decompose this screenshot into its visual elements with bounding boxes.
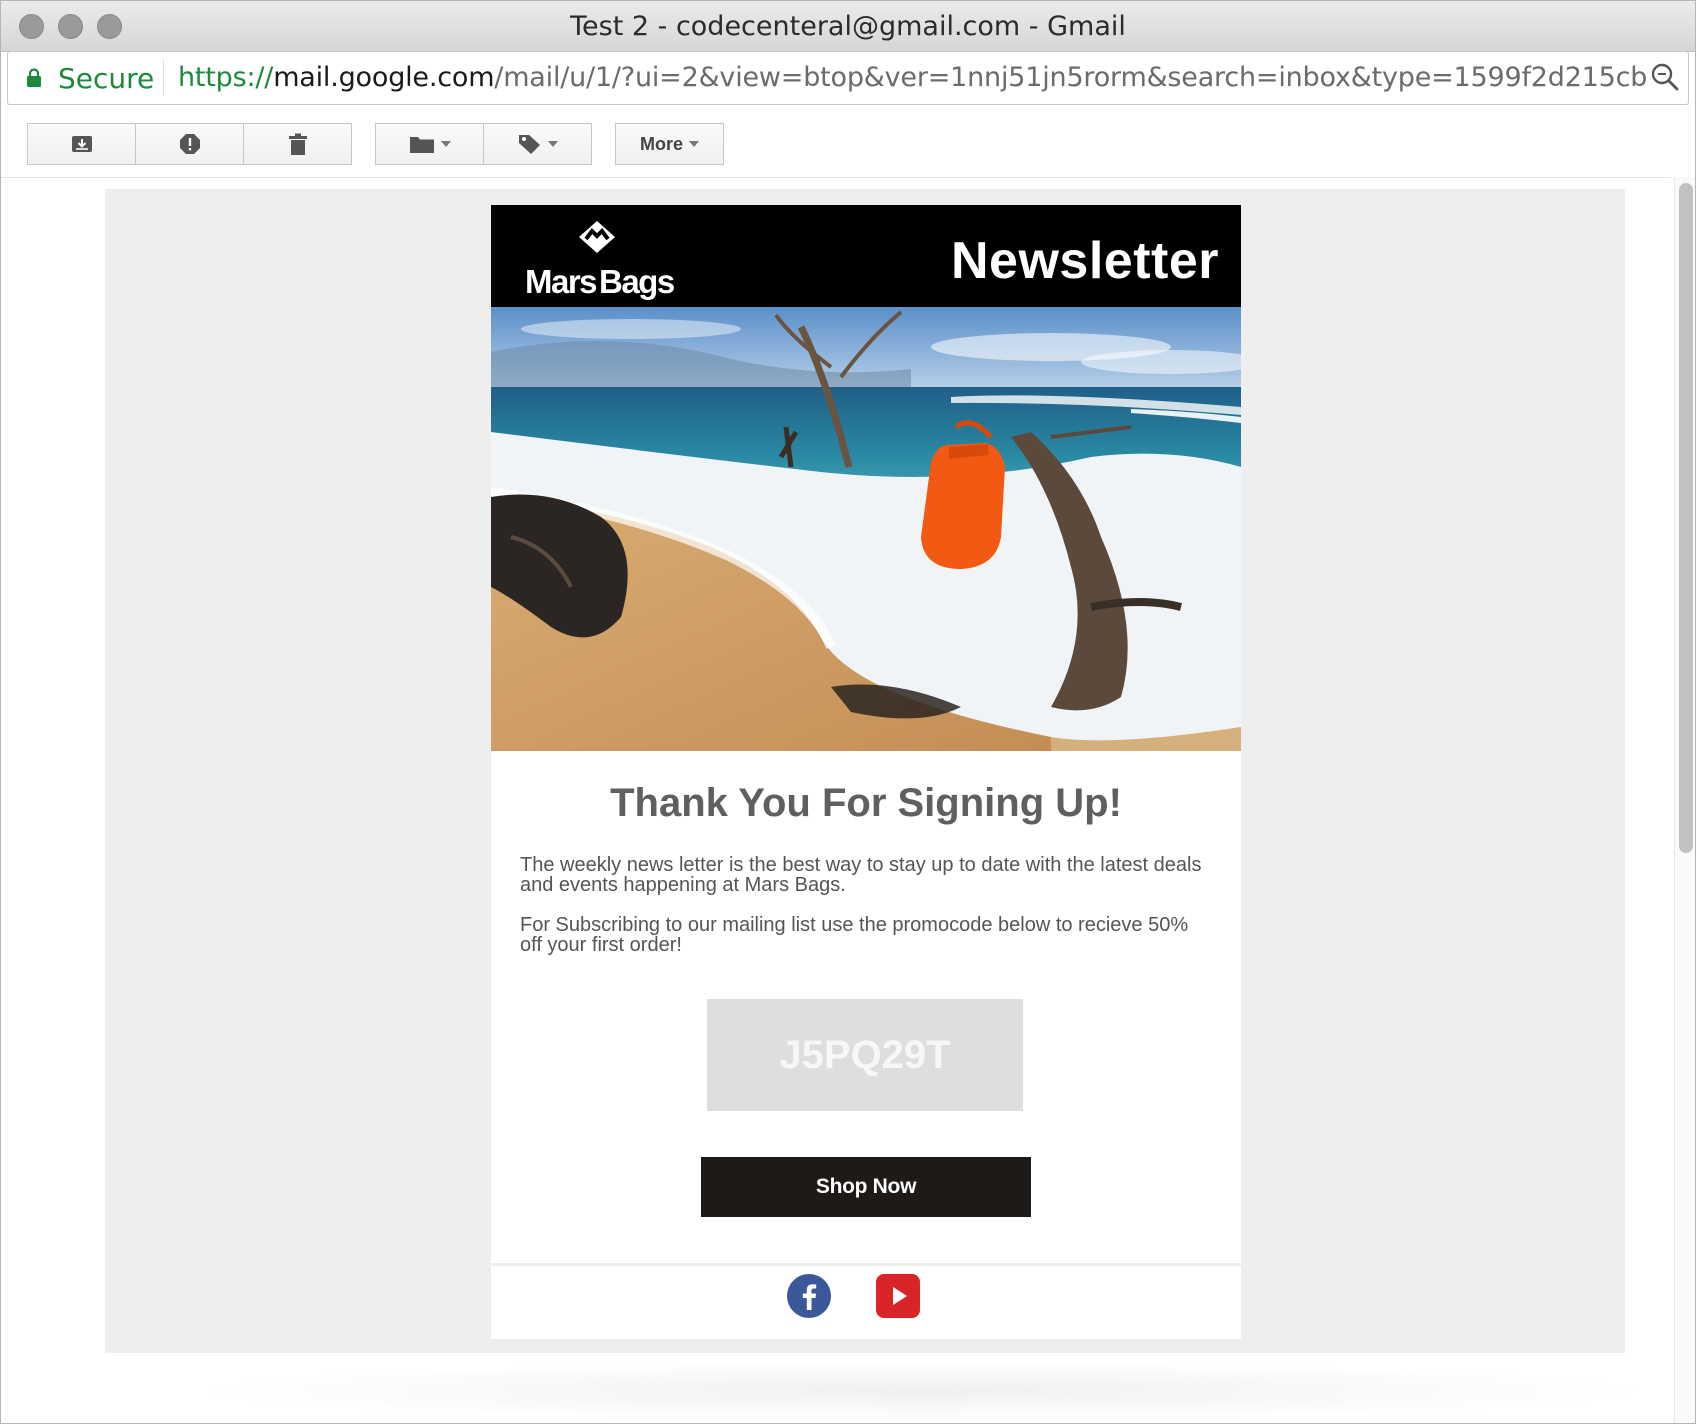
delete-button[interactable] [243, 123, 352, 165]
labels-button[interactable] [483, 123, 592, 165]
url-path: /mail/u/1/?ui=2&view=btop&ver=1nnj51jn5r… [494, 62, 1648, 93]
brand-logo-mark-icon [579, 221, 615, 253]
chevron-down-icon [440, 141, 451, 147]
vertical-scrollbar[interactable] [1674, 177, 1695, 1423]
window-title: Test 2 - codecenteral@gmail.com - Gmail [570, 11, 1126, 42]
url-text[interactable]: https://mail.google.com/mail/u/1/?ui=2&v… [178, 62, 1648, 93]
youtube-icon[interactable] [875, 1273, 921, 1319]
zoom-icon[interactable] [1650, 62, 1680, 92]
action-button-group [27, 123, 352, 167]
move-to-button[interactable] [375, 123, 484, 165]
address-divider [163, 60, 164, 96]
newsletter-email: Mars Bags Newsletter Thank You For Signi… [491, 205, 1241, 1339]
url-scheme: https:// [178, 62, 274, 93]
shop-now-button[interactable]: Shop Now [701, 1157, 1031, 1217]
facebook-icon[interactable] [786, 1273, 832, 1319]
archive-icon [71, 136, 92, 152]
move-to-folder-icon [409, 137, 434, 153]
labels-icon [518, 135, 540, 154]
scrollbar-thumb[interactable] [1679, 183, 1693, 853]
secure-label: Secure [58, 62, 155, 95]
more-button-group: More [615, 123, 724, 167]
address-bar[interactable]: Secure https://mail.google.com/mail/u/1/… [7, 51, 1689, 105]
mail-toolbar: More [1, 105, 1671, 178]
newsletter-title: Newsletter [951, 232, 1219, 290]
more-button[interactable]: More [615, 123, 724, 165]
chevron-down-icon [689, 141, 699, 147]
report-spam-button[interactable] [135, 123, 244, 165]
browser-window: Test 2 - codecenteral@gmail.com - Gmail … [0, 0, 1696, 1424]
url-host: mail.google.com [273, 62, 495, 93]
archive-button[interactable] [27, 123, 136, 165]
email-header: Mars Bags Newsletter [491, 205, 1241, 307]
hero-beach-image [491, 307, 1241, 751]
promo-code: J5PQ29T [779, 1032, 951, 1077]
more-label: More [639, 133, 683, 154]
title-bar: Test 2 - codecenteral@gmail.com - Gmail [1, 1, 1695, 52]
brand-logo-word-bags: Bags [599, 263, 675, 300]
report-spam-icon [179, 134, 200, 154]
promo-code-box: J5PQ29T [707, 999, 1023, 1111]
organize-button-group [375, 123, 592, 167]
page-shadow [181, 1361, 1665, 1421]
lock-icon [27, 68, 41, 87]
email-paragraph: For Subscribing to our mailing list use … [520, 914, 1189, 956]
email-headline: Thank You For Signing Up! [610, 781, 1122, 825]
footer-divider [491, 1263, 1241, 1266]
email-paragraph: The weekly news letter is the best way t… [520, 854, 1202, 896]
brand-logo-word-mars: Mars [525, 263, 598, 300]
brand-logo: Mars Bags [519, 219, 679, 300]
chevron-down-icon [547, 141, 558, 147]
delete-icon [288, 133, 307, 155]
